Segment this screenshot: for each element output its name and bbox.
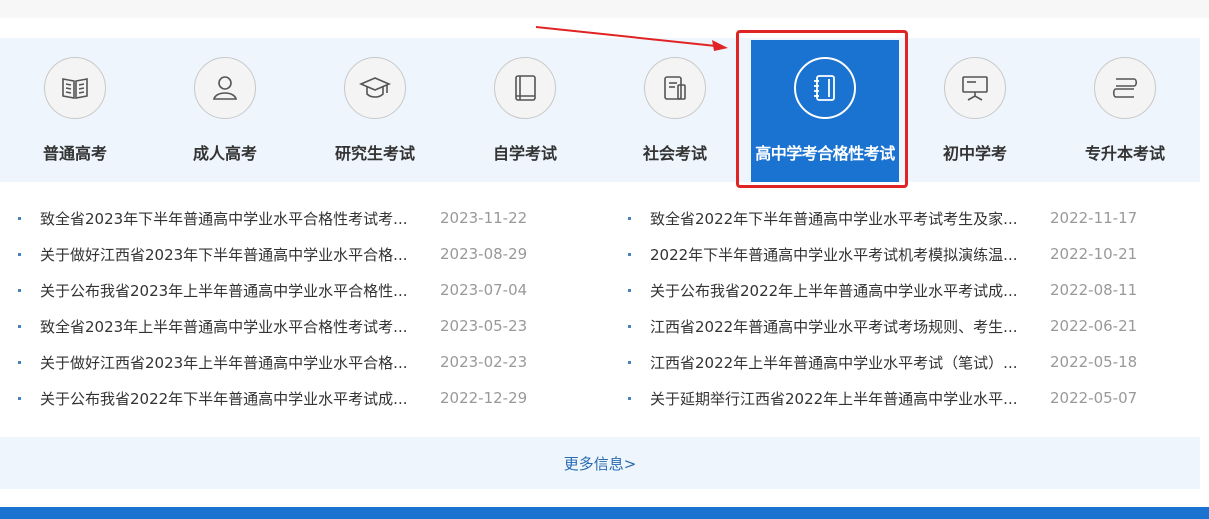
- more-info-link[interactable]: 更多信息>: [564, 453, 637, 474]
- list-item[interactable]: 2022年下半年普通高中学业水平考试机考模拟演练温... 2022-10-21: [610, 236, 1209, 272]
- nav-item-high-school-qualifying-exam[interactable]: 高中学考合格性考试: [751, 40, 899, 182]
- document-icon: [644, 57, 706, 119]
- person-icon: [194, 57, 256, 119]
- news-list-right: 致全省2022年下半年普通高中学业水平考试考生及家... 2022-11-17 …: [610, 200, 1209, 416]
- news-date: 2022-05-18: [1050, 353, 1138, 371]
- nav-item-label: 普通高考: [42, 144, 107, 163]
- news-date: 2023-05-23: [440, 317, 528, 335]
- news-date: 2023-07-04: [440, 281, 528, 299]
- nav-item-upgrade-exam[interactable]: 专升本考试: [1050, 38, 1200, 182]
- news-title[interactable]: 关于公布我省2023年上半年普通高中学业水平合格性...: [40, 280, 428, 301]
- bullet: [628, 217, 631, 220]
- news-title[interactable]: 江西省2022年普通高中学业水平考试考场规则、考生...: [650, 316, 1038, 337]
- list-item[interactable]: 关于公布我省2023年上半年普通高中学业水平合格性... 2023-07-04: [0, 272, 600, 308]
- news-title[interactable]: 关于公布我省2022年上半年普通高中学业水平考试成...: [650, 280, 1038, 301]
- bullet: [628, 253, 631, 256]
- news-title[interactable]: 致全省2023年下半年普通高中学业水平合格性考试考...: [40, 208, 428, 229]
- bullet: [18, 361, 21, 364]
- news-date: 2023-11-22: [440, 209, 528, 227]
- nav-item-label: 初中学考: [942, 144, 1007, 163]
- bullet: [628, 289, 631, 292]
- news-date: 2023-02-23: [440, 353, 528, 371]
- bullet: [18, 217, 21, 220]
- news-title[interactable]: 关于公布我省2022年下半年普通高中学业水平考试成...: [40, 388, 428, 409]
- list-item[interactable]: 江西省2022年上半年普通高中学业水平考试（笔试）... 2022-05-18: [610, 344, 1209, 380]
- nav-item-label: 研究生考试: [334, 144, 415, 163]
- nav-item-label: 社会考试: [642, 144, 707, 163]
- more-info-band: 更多信息>: [0, 437, 1200, 489]
- news-title[interactable]: 致全省2023年上半年普通高中学业水平合格性考试考...: [40, 316, 428, 337]
- bullet: [628, 361, 631, 364]
- notebook-icon: [794, 57, 856, 119]
- list-item[interactable]: 关于做好江西省2023年上半年普通高中学业水平合格... 2023-02-23: [0, 344, 600, 380]
- news-date: 2022-11-17: [1050, 209, 1138, 227]
- bottom-bar: [0, 507, 1209, 519]
- news-title[interactable]: 关于做好江西省2023年下半年普通高中学业水平合格...: [40, 244, 428, 265]
- bullet: [18, 289, 21, 292]
- list-item[interactable]: 关于公布我省2022年上半年普通高中学业水平考试成... 2022-08-11: [610, 272, 1209, 308]
- news-date: 2022-06-21: [1050, 317, 1138, 335]
- news-date: 2022-05-07: [1050, 389, 1138, 407]
- bullet: [628, 325, 631, 328]
- list-item[interactable]: 关于公布我省2022年下半年普通高中学业水平考试成... 2022-12-29: [0, 380, 600, 416]
- nav-item-self-study-exam[interactable]: 自学考试: [450, 38, 600, 182]
- exam-category-nav: 普通高考 成人高考 研究生考试 自学考试 社会考试 高中学考合格性考试 初中学考…: [0, 38, 1200, 182]
- list-item[interactable]: 致全省2023年上半年普通高中学业水平合格性考试考... 2023-05-23: [0, 308, 600, 344]
- news-date: 2022-10-21: [1050, 245, 1138, 263]
- news-title[interactable]: 关于做好江西省2023年上半年普通高中学业水平合格...: [40, 352, 428, 373]
- news-date: 2023-08-29: [440, 245, 528, 263]
- news-title[interactable]: 2022年下半年普通高中学业水平考试机考模拟演练温...: [650, 244, 1038, 265]
- top-strip: [0, 0, 1209, 18]
- bullet: [18, 325, 21, 328]
- list-item[interactable]: 江西省2022年普通高中学业水平考试考场规则、考生... 2022-06-21: [610, 308, 1209, 344]
- news-title[interactable]: 江西省2022年上半年普通高中学业水平考试（笔试）...: [650, 352, 1038, 373]
- list-item[interactable]: 关于延期举行江西省2022年上半年普通高中学业水平... 2022-05-07: [610, 380, 1209, 416]
- news-date: 2022-12-29: [440, 389, 528, 407]
- news-title[interactable]: 致全省2022年下半年普通高中学业水平考试考生及家...: [650, 208, 1038, 229]
- news-list-left: 致全省2023年下半年普通高中学业水平合格性考试考... 2023-11-22 …: [0, 200, 600, 416]
- book-stack-icon: [1094, 57, 1156, 119]
- bullet: [18, 253, 21, 256]
- nav-item-label: 高中学考合格性考试: [755, 144, 895, 163]
- book-icon: [494, 57, 556, 119]
- list-item[interactable]: 关于做好江西省2023年下半年普通高中学业水平合格... 2023-08-29: [0, 236, 600, 272]
- presentation-board-icon: [944, 57, 1006, 119]
- news-title[interactable]: 关于延期举行江西省2022年上半年普通高中学业水平...: [650, 388, 1038, 409]
- nav-item-label: 成人高考: [192, 144, 257, 163]
- list-item[interactable]: 致全省2022年下半年普通高中学业水平考试考生及家... 2022-11-17: [610, 200, 1209, 236]
- list-item[interactable]: 致全省2023年下半年普通高中学业水平合格性考试考... 2023-11-22: [0, 200, 600, 236]
- open-book-icon: [44, 57, 106, 119]
- nav-item-graduate-exam[interactable]: 研究生考试: [300, 38, 450, 182]
- nav-item-junior-high-exam[interactable]: 初中学考: [900, 38, 1050, 182]
- bullet: [628, 397, 631, 400]
- graduation-cap-icon: [344, 57, 406, 119]
- news-date: 2022-08-11: [1050, 281, 1138, 299]
- bullet: [18, 397, 21, 400]
- nav-item-label: 自学考试: [492, 144, 557, 163]
- nav-item-label: 专升本考试: [1084, 144, 1165, 163]
- nav-item-adult-gaokao[interactable]: 成人高考: [150, 38, 300, 182]
- nav-item-social-exam[interactable]: 社会考试: [600, 38, 750, 182]
- nav-item-general-gaokao[interactable]: 普通高考: [0, 38, 150, 182]
